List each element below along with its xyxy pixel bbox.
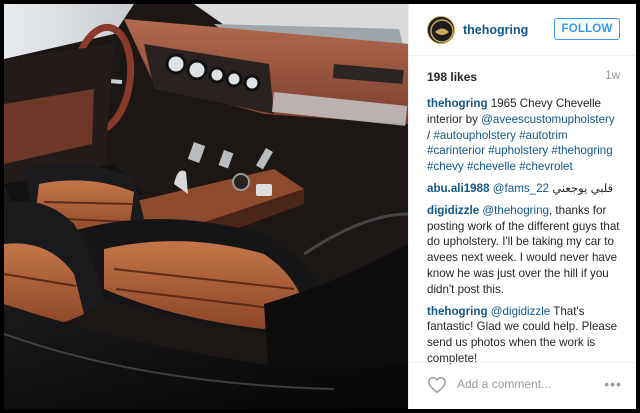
post-time: 1w — [605, 70, 620, 82]
post-photo[interactable] — [4, 4, 408, 409]
hashtag-link[interactable]: #thehogring — [551, 144, 612, 157]
comment: abu.ali1988 @fams_22 قلبي يوجعني — [427, 181, 620, 197]
more-options-icon[interactable]: ••• — [604, 376, 622, 392]
hogring-logo-icon — [428, 17, 454, 43]
hashtag-link[interactable]: #chevrolet — [519, 160, 573, 173]
comment-list: thehogring 1965 Chevy Chevelle interior … — [409, 96, 636, 367]
hashtag-link[interactable]: #autoupholstery — [433, 129, 516, 142]
add-comment-input[interactable]: Add a comment... — [457, 377, 551, 391]
comment-username[interactable]: thehogring — [427, 305, 488, 318]
instagram-post: thehogring FOLLOW 198 likes 1w thehogrin… — [4, 4, 636, 409]
comment-username[interactable]: abu.ali1988 — [427, 182, 490, 195]
mention-link[interactable]: @thehogring — [482, 204, 549, 217]
post-footer: Add a comment... ••• — [409, 362, 636, 409]
heart-icon[interactable] — [427, 376, 447, 399]
comment-username[interactable]: digidizzle — [427, 204, 479, 217]
post-sidebar: thehogring FOLLOW 198 likes 1w thehogrin… — [408, 4, 636, 409]
hashtag-link[interactable]: #chevelle — [467, 160, 516, 173]
hashtag-link[interactable]: #upholstery — [488, 144, 548, 157]
hashtag-link[interactable]: #carinterior — [427, 144, 485, 157]
hashtag-link[interactable]: #autotrim — [519, 129, 567, 142]
username-link[interactable]: thehogring — [463, 23, 528, 37]
mention-link[interactable]: @aveescustomupholstery — [481, 113, 615, 126]
comment-username[interactable]: thehogring — [427, 97, 488, 110]
mention-link[interactable]: @fams_22 — [493, 182, 549, 195]
car-interior-image — [4, 4, 408, 409]
hashtag-link[interactable]: #chevy — [427, 160, 464, 173]
post-meta: 198 likes 1w — [409, 56, 636, 96]
comment-text: / — [427, 128, 431, 142]
likes-count[interactable]: 198 likes — [427, 70, 477, 84]
post-header: thehogring FOLLOW — [409, 4, 636, 56]
mention-link[interactable]: @digidizzle — [491, 305, 550, 318]
caption: thehogring 1965 Chevy Chevelle interior … — [427, 96, 620, 175]
avatar[interactable] — [427, 16, 455, 44]
follow-button[interactable]: FOLLOW — [554, 18, 620, 40]
comment-text: قلبي يوجعني — [552, 181, 614, 195]
comment-text: , thanks for posting work of the differe… — [427, 203, 620, 296]
comment: thehogring @digidizzle That's fantastic!… — [427, 304, 620, 367]
comment: digidizzle @thehogring, thanks for posti… — [427, 203, 620, 298]
